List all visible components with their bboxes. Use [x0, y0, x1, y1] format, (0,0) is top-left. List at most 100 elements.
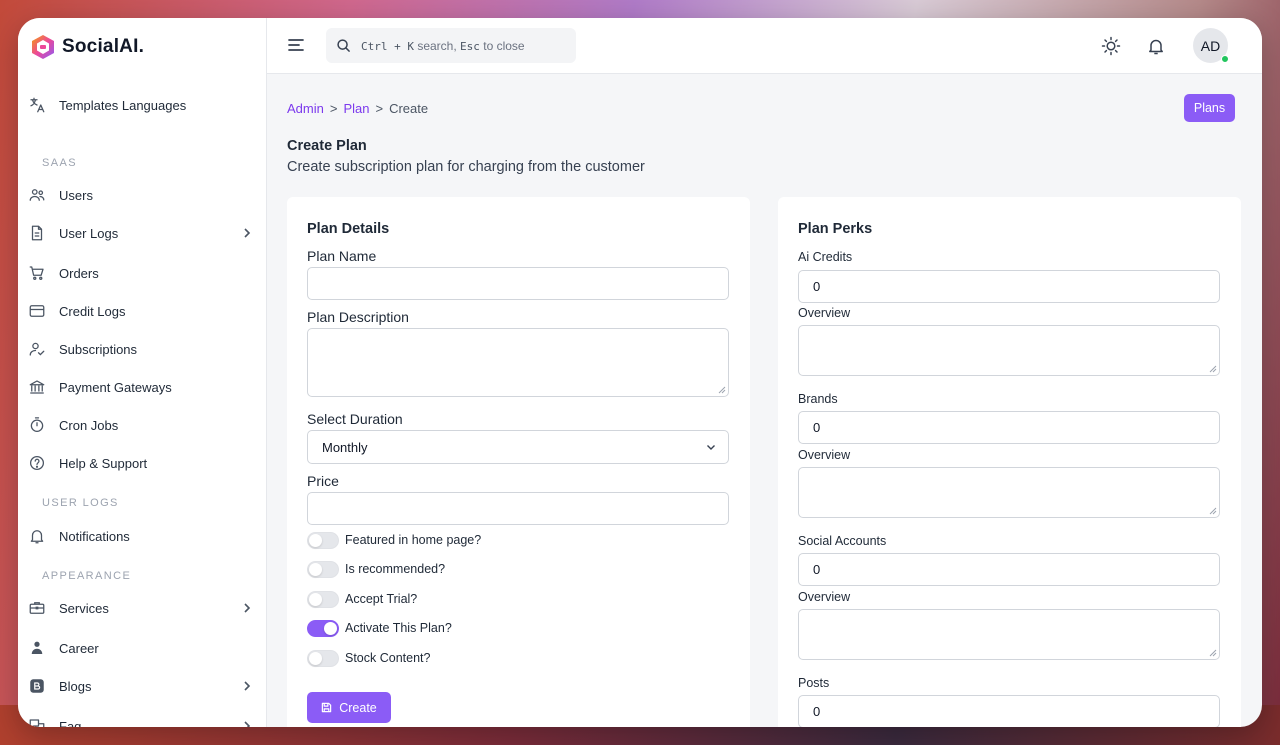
credit-card-icon: [28, 302, 46, 320]
toggle-knob: [324, 621, 337, 635]
main-content: Admin > Plan > Create Plans Create Plan …: [267, 74, 1262, 727]
stock-content-label: Stock Content?: [345, 651, 431, 665]
sidebar-item-user-logs[interactable]: User Logs: [18, 214, 266, 252]
featured-toggle[interactable]: [307, 531, 339, 549]
section-appearance: APPEARANCE: [42, 570, 132, 582]
sidebar-item-label: Orders: [59, 265, 99, 281]
user-check-icon: [28, 340, 46, 358]
sidebar-item-label: Notifications: [59, 528, 130, 544]
sidebar-item-users[interactable]: Users: [18, 176, 266, 214]
bell-icon[interactable]: [1146, 36, 1166, 56]
activate-plan-toggle[interactable]: [307, 619, 339, 637]
online-status-dot: [1221, 55, 1229, 63]
activate-plan-label: Activate This Plan?: [345, 621, 452, 635]
resize-handle-icon[interactable]: [1209, 649, 1217, 657]
sidebar-item-cron-jobs[interactable]: Cron Jobs: [18, 406, 266, 444]
sidebar-item-faq[interactable]: Faq: [18, 707, 266, 727]
sidebar-item-payment-gateways[interactable]: Payment Gateways: [18, 368, 266, 406]
page-title: Create Plan: [287, 138, 367, 154]
faq-icon: [28, 717, 46, 727]
ai-credits-overview-textarea[interactable]: [798, 325, 1220, 376]
page-subtitle: Create subscription plan for charging fr…: [287, 159, 645, 175]
sidebar-item-subscriptions[interactable]: Subscriptions: [18, 330, 266, 368]
sidebar-item-help-support[interactable]: Help & Support: [18, 444, 266, 482]
breadcrumb-separator: >: [375, 101, 384, 116]
sun-icon[interactable]: [1101, 36, 1121, 56]
sidebar-item-orders[interactable]: Orders: [18, 254, 266, 292]
sidebar-item-label: Services: [59, 600, 109, 616]
help-icon: [28, 454, 46, 472]
sidebar-item-label: Templates Languages: [59, 97, 187, 113]
sidebar-item-blogs[interactable]: Blogs: [18, 667, 266, 705]
cart-icon: [28, 264, 46, 282]
avatar[interactable]: AD: [1193, 28, 1229, 63]
sidebar-item-templates-languages[interactable]: Templates Languages: [18, 86, 266, 124]
users-icon: [28, 186, 46, 204]
sidebar-item-label: Users: [59, 187, 93, 203]
app-window: SocialAI. Templates Languages SAAS Users: [18, 18, 1262, 727]
toggle-knob: [309, 592, 322, 606]
accept-trial-label: Accept Trial?: [345, 592, 418, 606]
duration-select[interactable]: Monthly: [307, 430, 729, 464]
breadcrumb-separator: >: [329, 101, 338, 116]
sidebar-item-label: Subscriptions: [59, 341, 138, 357]
social-accounts-input[interactable]: 0: [798, 553, 1220, 586]
briefcase-icon: [28, 599, 46, 617]
chevron-right-icon: [244, 228, 251, 238]
select-duration-label: Select Duration: [307, 411, 403, 427]
recommended-label: Is recommended?: [345, 562, 446, 576]
sidebar-item-label: Faq: [59, 718, 82, 728]
posts-label: Posts: [798, 676, 830, 690]
plan-description-label: Plan Description: [307, 309, 409, 325]
search-shortcut: Ctrl + K: [361, 39, 414, 53]
sidebar-item-services[interactable]: Services: [18, 589, 266, 627]
toggle-row-stock: Stock Content?: [307, 648, 430, 668]
create-button[interactable]: Create: [307, 692, 391, 723]
search-hint: Ctrl + K search, Esc to close: [361, 39, 525, 53]
timer-icon: [28, 416, 46, 434]
save-icon: [322, 702, 332, 713]
chevron-right-icon: [244, 721, 251, 727]
resize-handle-icon[interactable]: [1209, 365, 1217, 373]
resize-handle-icon[interactable]: [1209, 507, 1217, 515]
chevron-down-icon: [707, 445, 715, 450]
brand[interactable]: SocialAI.: [30, 32, 144, 62]
plans-button[interactable]: Plans: [1184, 94, 1235, 122]
chevron-right-icon: [244, 603, 251, 613]
brands-input[interactable]: 0: [798, 411, 1220, 444]
sidebar-item-career[interactable]: Career: [18, 629, 266, 667]
price-input[interactable]: [307, 492, 729, 525]
menu-icon[interactable]: [287, 36, 305, 54]
search-icon: [337, 39, 350, 52]
brands-overview-textarea[interactable]: [798, 467, 1220, 518]
ai-credits-input[interactable]: 0: [798, 270, 1220, 303]
posts-input[interactable]: 0: [798, 695, 1220, 727]
social-accounts-overview-textarea[interactable]: [798, 609, 1220, 660]
recommended-toggle[interactable]: [307, 560, 339, 578]
blog-icon: [28, 677, 46, 695]
social-accounts-label: Social Accounts: [798, 534, 887, 548]
bell-icon: [28, 527, 46, 545]
ai-credits-overview-label: Overview: [798, 306, 851, 320]
toggle-row-featured: Featured in home page?: [307, 530, 481, 550]
toggle-knob: [309, 651, 322, 665]
stock-content-toggle[interactable]: [307, 649, 339, 667]
section-user-logs: USER LOGS: [42, 497, 119, 509]
breadcrumb-admin[interactable]: Admin: [287, 101, 324, 116]
create-button-label: Create: [339, 700, 377, 715]
accept-trial-toggle[interactable]: [307, 590, 339, 608]
brands-overview-label: Overview: [798, 448, 851, 462]
sidebar-item-notifications[interactable]: Notifications: [18, 517, 266, 555]
ai-credits-label: Ai Credits: [798, 250, 853, 264]
search-bar[interactable]: Ctrl + K search, Esc to close: [326, 28, 576, 63]
plan-description-textarea[interactable]: [307, 328, 729, 397]
document-icon: [28, 224, 46, 242]
resize-handle-icon[interactable]: [718, 386, 726, 394]
plan-name-input[interactable]: [307, 267, 729, 300]
breadcrumb-plan[interactable]: Plan: [343, 101, 369, 116]
sidebar-item-credit-logs[interactable]: Credit Logs: [18, 292, 266, 330]
toggle-knob: [309, 562, 322, 576]
brand-logo-icon: [32, 35, 54, 59]
toggle-row-recommended: Is recommended?: [307, 559, 445, 579]
search-hint-text: search,: [417, 38, 457, 53]
